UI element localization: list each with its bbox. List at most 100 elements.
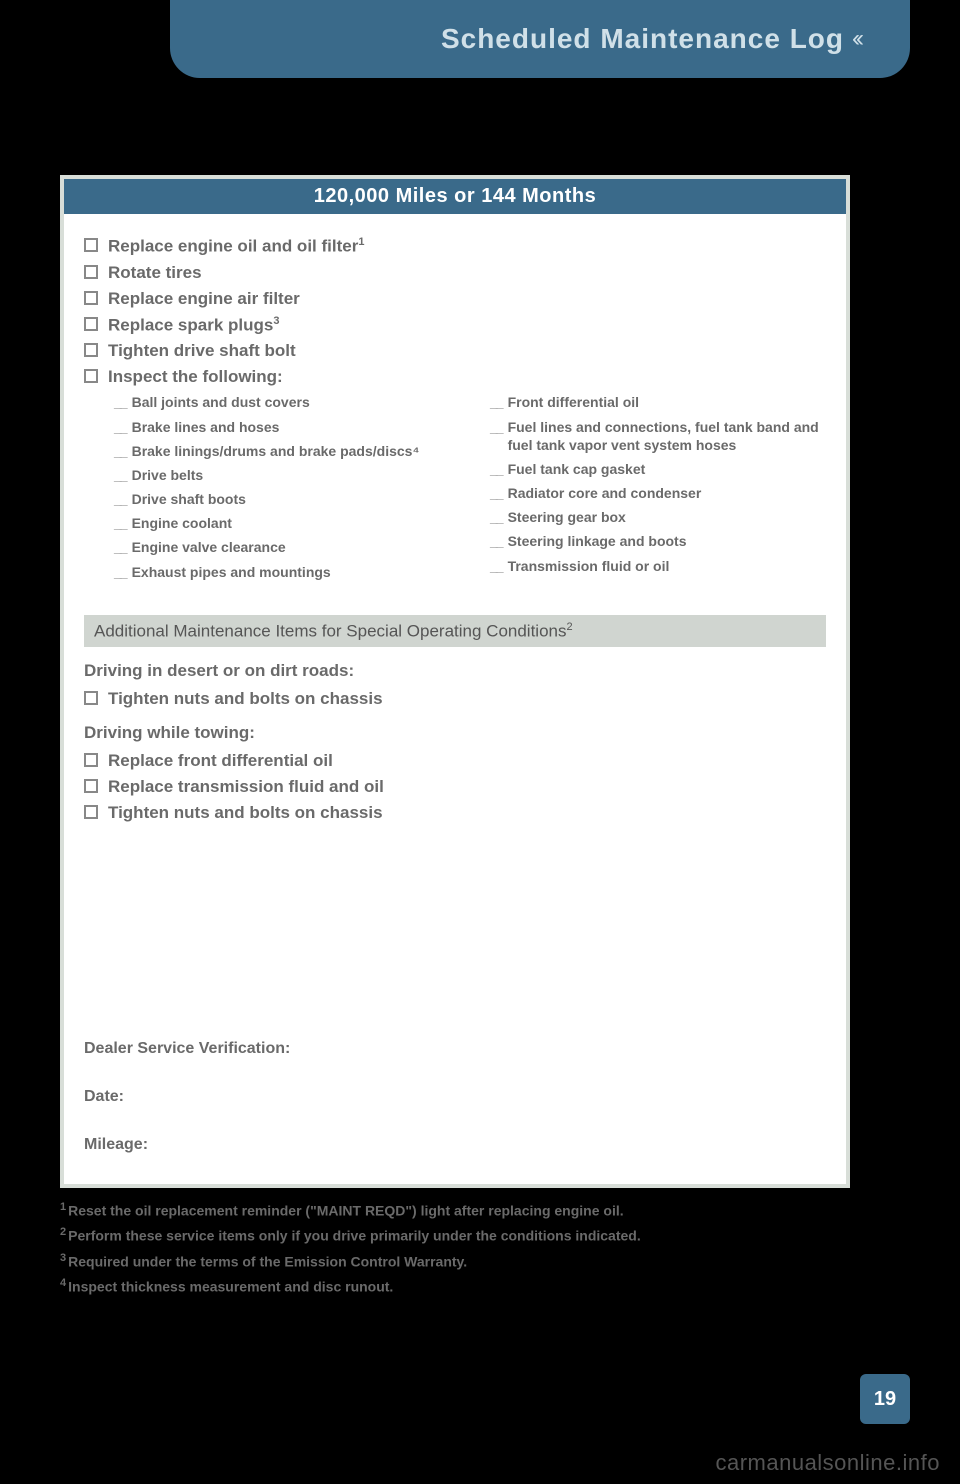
item-sup: 1: [358, 236, 364, 248]
fn-text: Perform these service items only if you …: [68, 1228, 641, 1244]
inspect-item: __ Drive shaft boots: [114, 490, 450, 508]
checklist-item: Tighten nuts and bolts on chassis: [84, 689, 826, 709]
fn-text: Required under the terms of the Emission…: [68, 1253, 467, 1269]
checklist-item: Replace engine air filter: [84, 289, 826, 309]
dealer-verification-label: Dealer Service Verification:: [84, 1040, 290, 1058]
inspect-text: Ball joints and dust covers: [132, 393, 310, 411]
dash-icon: __: [114, 490, 126, 508]
checkbox-icon[interactable]: [84, 343, 98, 357]
footnote: 4Inspect thickness measurement and disc …: [60, 1276, 850, 1297]
fn-text: Reset the oil replacement reminder ("MAI…: [68, 1203, 623, 1219]
fn-num: 3: [60, 1252, 66, 1264]
inspect-text: Steering gear box: [508, 508, 626, 526]
inspect-item: __Engine coolant: [114, 514, 450, 532]
inspect-item: __ Front differential oil: [490, 393, 826, 411]
dash-icon: __: [490, 508, 502, 526]
inspect-item: __ Steering gear box: [490, 508, 826, 526]
item-text: Replace front differential oil: [108, 751, 333, 771]
item-text: Replace engine oil and oil filter: [108, 237, 358, 256]
checkbox-icon[interactable]: [84, 238, 98, 252]
inspect-text: Engine valve clearance: [132, 538, 286, 556]
inspect-columns: __Ball joints and dust covers __Brake li…: [84, 393, 826, 587]
item-text: Replace transmission fluid and oil: [108, 777, 384, 797]
inspect-text: Transmission fluid or oil: [508, 557, 670, 575]
towing-label: Driving while towing:: [84, 723, 826, 743]
inspect-col-left: __Ball joints and dust covers __Brake li…: [114, 393, 450, 587]
dash-icon: __: [490, 418, 502, 436]
inspect-text: Exhaust pipes and mountings: [132, 563, 331, 581]
inspect-text: Brake lines and hoses: [132, 418, 280, 436]
inspect-text: Drive belts: [132, 466, 204, 484]
checklist-item: Inspect the following:: [84, 367, 826, 387]
inspect-text: Fuel lines and connections, fuel tank ba…: [508, 418, 826, 454]
dash-icon: __: [114, 393, 126, 411]
fn-num: 4: [60, 1277, 66, 1289]
checkbox-icon[interactable]: [84, 317, 98, 331]
checkbox-icon[interactable]: [84, 291, 98, 305]
checklist-item: Tighten drive shaft bolt: [84, 341, 826, 361]
checkbox-icon[interactable]: [84, 805, 98, 819]
inspect-col-right: __ Front differential oil __ Fuel lines an…: [490, 393, 826, 587]
mileage-label: Mileage:: [84, 1136, 290, 1154]
desert-label: Driving in desert or on dirt roads:: [84, 661, 826, 681]
inspect-item: __ Ball joints and dust covers: [114, 393, 450, 411]
inspect-text: Front differential oil: [508, 393, 639, 411]
watermark: carmanualsonline.info: [715, 1450, 940, 1476]
maintenance-card: 120,000 Miles or 144 Months Replace engi…: [60, 175, 850, 1188]
inspect-item: __ Drive belts: [114, 466, 450, 484]
dash-icon: __: [114, 466, 126, 484]
fn-text: Inspect thickness measurement and disc r…: [68, 1278, 393, 1294]
desert-checklist: Tighten nuts and bolts on chassis: [84, 689, 826, 709]
footnote: 1Reset the oil replacement reminder ("MA…: [60, 1200, 850, 1221]
inspect-item: __ Fuel lines and connections, fuel tank …: [490, 418, 826, 454]
footnote: 3Required under the terms of the Emissio…: [60, 1251, 850, 1272]
inspect-text: Steering linkage and boots: [508, 532, 687, 550]
item-text: Replace engine air filter: [108, 289, 300, 309]
card-title: 120,000 Miles or 144 Months: [64, 179, 846, 214]
chevron-left-icon: ‹‹: [852, 25, 860, 53]
checklist-item: Rotate tires: [84, 263, 826, 283]
dash-icon: __: [490, 484, 502, 502]
checklist-item: Tighten nuts and bolts on chassis: [84, 803, 826, 823]
page-number: 19: [860, 1374, 910, 1424]
dash-icon: __: [490, 557, 502, 575]
date-label: Date:: [84, 1088, 290, 1106]
inspect-text: Fuel tank cap gasket: [508, 460, 646, 478]
checkbox-icon[interactable]: [84, 265, 98, 279]
towing-checklist: Replace front differential oil Replace t…: [84, 751, 826, 823]
header-tab: Scheduled Maintenance Log ‹‹: [170, 0, 910, 78]
checklist-item: Replace front differential oil: [84, 751, 826, 771]
checkbox-icon[interactable]: [84, 779, 98, 793]
checklist-item: Replace transmission fluid and oil: [84, 777, 826, 797]
subheader: Additional Maintenance Items for Special…: [84, 615, 826, 648]
footnotes: 1Reset the oil replacement reminder ("MA…: [60, 1200, 850, 1301]
page-title: Scheduled Maintenance Log: [441, 23, 844, 55]
dash-icon: __: [490, 532, 502, 550]
item-text: Inspect the following:: [108, 367, 283, 387]
inspect-item: __Brake lines and hoses: [114, 418, 450, 436]
fn-num: 2: [60, 1226, 66, 1238]
dash-icon: __: [490, 460, 502, 478]
inspect-text: Drive shaft boots: [132, 490, 246, 508]
card-body: Replace engine oil and oil filter1 Rotat…: [64, 214, 846, 1184]
checkbox-icon[interactable]: [84, 369, 98, 383]
item-text: Tighten nuts and bolts on chassis: [108, 803, 383, 823]
inspect-item: __ Exhaust pipes and mountings: [114, 563, 450, 581]
inspect-text: Brake linings/drums and brake pads/discs…: [132, 442, 420, 460]
checklist-item: Replace engine oil and oil filter1: [84, 236, 826, 257]
dash-icon: __: [114, 563, 126, 581]
inspect-item: __ Transmission fluid or oil: [490, 557, 826, 575]
dash-icon: __: [490, 393, 502, 411]
subheader-sup: 2: [567, 621, 573, 633]
item-text: Rotate tires: [108, 263, 202, 283]
dash-icon: __: [114, 514, 126, 532]
checklist-item: Replace spark plugs3: [84, 315, 826, 336]
checkbox-icon[interactable]: [84, 691, 98, 705]
inspect-item: __Brake linings/drums and brake pads/dis…: [114, 442, 450, 460]
item-text: Replace spark plugs: [108, 315, 273, 334]
inspect-item: __ Fuel tank cap gasket: [490, 460, 826, 478]
item-text: Tighten drive shaft bolt: [108, 341, 296, 361]
footnote: 2Perform these service items only if you…: [60, 1225, 850, 1246]
verification-block: Dealer Service Verification: Date: Milea…: [84, 1040, 290, 1154]
checkbox-icon[interactable]: [84, 753, 98, 767]
